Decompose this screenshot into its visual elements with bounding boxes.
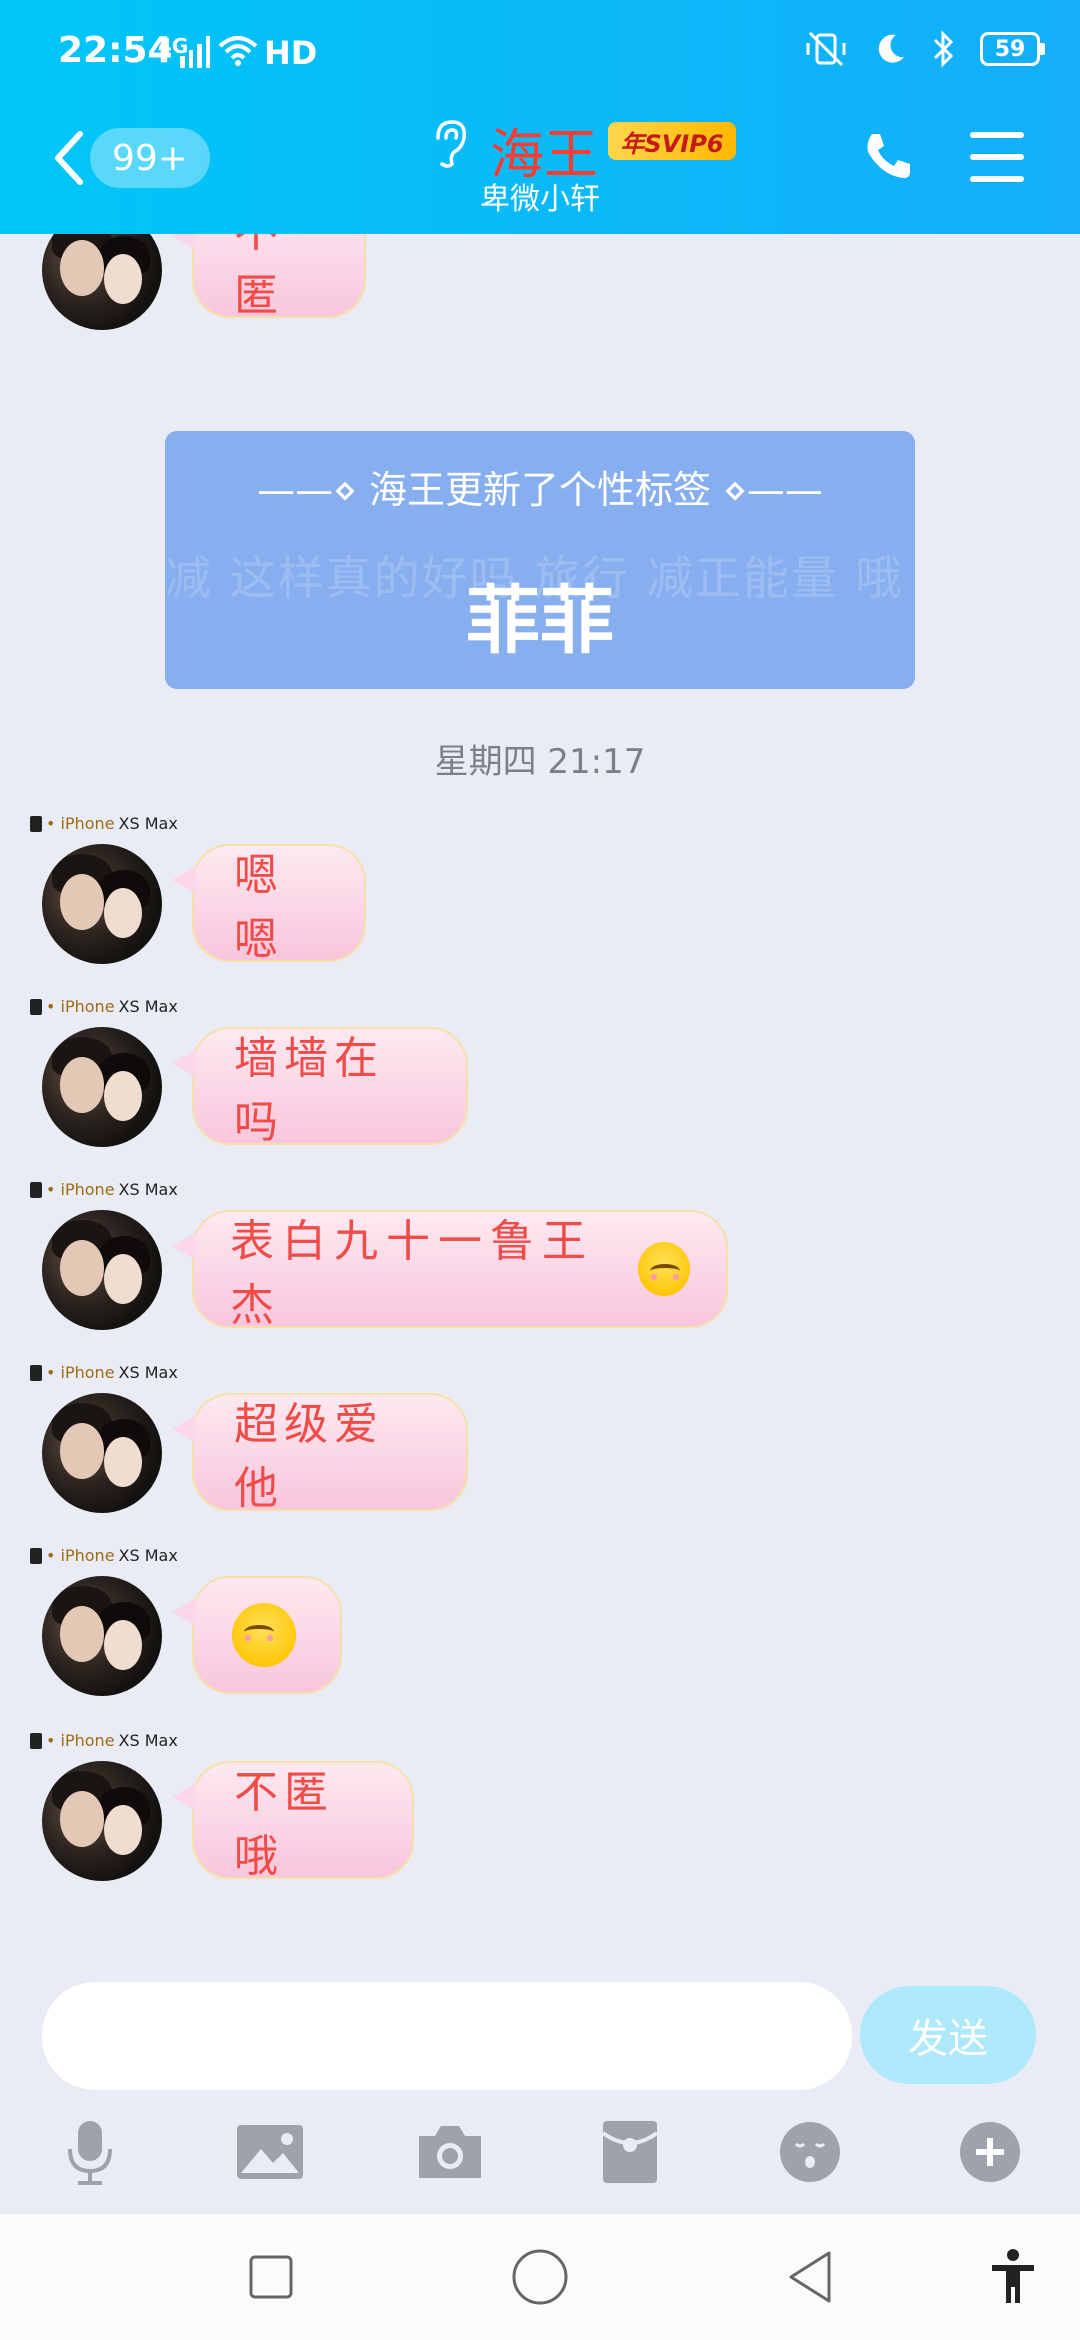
moon-icon — [878, 34, 904, 63]
phone-device-icon — [30, 1547, 42, 1564]
phone-device-icon — [30, 1364, 42, 1381]
message-timestamp: 星期四 21:17 — [434, 742, 646, 782]
image-icon[interactable] — [230, 2112, 310, 2192]
ear-icon[interactable] — [430, 118, 470, 170]
battery-level: 59 — [994, 36, 1026, 62]
accessibility-icon[interactable] — [978, 2242, 1048, 2312]
send-button[interactable]: 发送 — [860, 1986, 1036, 2084]
phone-device-icon — [30, 815, 42, 832]
recent-apps-icon[interactable] — [236, 2242, 306, 2312]
hd-indicator: HD — [264, 34, 318, 72]
svip-badge: 年SVIP6 — [608, 122, 736, 160]
message-bubble[interactable]: 不匿 — [172, 234, 366, 321]
red-packet-icon[interactable] — [590, 2112, 670, 2192]
status-bar: 22:54 4G HD 59 — [0, 0, 1080, 105]
device-label: • iPhone XS Max — [30, 997, 178, 1016]
home-icon[interactable] — [505, 2242, 575, 2312]
device-label: • iPhone XS Max — [30, 1180, 178, 1199]
bluetooth-icon — [933, 30, 954, 68]
message-bubble[interactable]: 不匿哦 — [172, 1761, 414, 1882]
device-label: • iPhone XS Max — [30, 814, 178, 833]
avatar[interactable] — [42, 1393, 162, 1513]
avatar[interactable] — [42, 234, 162, 330]
back-icon[interactable] — [775, 2242, 845, 2312]
message-text: 墙墙在吗 — [234, 1033, 384, 1148]
camera-icon[interactable] — [410, 2112, 490, 2192]
message-bubble[interactable]: 表白九十一鲁王杰 — [172, 1210, 728, 1331]
signature-card-header: ——⋄ 海王更新了个性标签 ⋄—— — [257, 468, 823, 512]
phone-icon[interactable] — [860, 128, 916, 184]
chat-header: 22:54 4G HD 59 99+ 海王 年SVIP6 卑微小轩 — [0, 0, 1080, 234]
avatar[interactable] — [42, 844, 162, 964]
emoji-icon[interactable] — [770, 2112, 850, 2192]
phone-device-icon — [30, 998, 42, 1015]
signature-value: 菲菲 — [466, 578, 614, 664]
avatar[interactable] — [42, 1761, 162, 1881]
signal-icon — [180, 34, 210, 68]
message-text: 不匿 — [234, 234, 284, 321]
phone-device-icon — [30, 1181, 42, 1198]
device-label: • iPhone XS Max — [30, 1363, 178, 1382]
message-text: 嗯嗯 — [234, 850, 284, 965]
chat-toolbar — [0, 2112, 1080, 2202]
menu-icon[interactable] — [970, 132, 1024, 182]
avatar[interactable] — [42, 1027, 162, 1147]
plus-icon[interactable] — [950, 2112, 1030, 2192]
message-text: 表白九十一鲁王杰 — [230, 1216, 594, 1331]
avatar[interactable] — [42, 1576, 162, 1696]
vibrate-off-icon — [806, 31, 846, 67]
message-text: 超级爱他 — [234, 1399, 384, 1514]
input-bar: 发送 — [0, 1964, 1080, 2214]
message-bubble[interactable]: 嗯嗯 — [172, 844, 366, 965]
contact-remark: 卑微小轩 — [480, 182, 600, 217]
message-list[interactable]: 不匿 减 这样真的好吗 旅行 减正能量 哦 肥 不成熟的小建 爱咋咋地 肥燥燥燥… — [0, 234, 1080, 1964]
unread-count-badge[interactable]: 99+ — [90, 128, 210, 188]
message-text: 不匿哦 — [234, 1767, 334, 1882]
back-arrow-icon[interactable] — [48, 128, 88, 188]
battery-icon: 59 — [980, 32, 1045, 66]
message-bubble[interactable]: 墙墙在吗 — [172, 1027, 468, 1148]
device-label: • iPhone XS Max — [30, 1731, 178, 1750]
avatar[interactable] — [42, 1210, 162, 1330]
status-right: 59 — [804, 30, 1045, 68]
chat-title[interactable]: 海王 年SVIP6 卑微小轩 — [420, 110, 750, 220]
status-time: 22:54 — [58, 30, 173, 71]
wifi-icon — [218, 36, 258, 66]
phone-device-icon — [30, 1732, 42, 1749]
system-nav-bar — [0, 2214, 1080, 2340]
signature-update-card[interactable]: 减 这样真的好吗 旅行 减正能量 哦 肥 不成熟的小建 爱咋咋地 肥燥燥燥起来 … — [165, 431, 915, 689]
blushing-emoji-icon — [637, 1242, 690, 1296]
blushing-emoji-icon — [232, 1603, 296, 1667]
microphone-icon[interactable] — [50, 2112, 130, 2192]
message-bubble[interactable]: 超级爱他 — [172, 1393, 468, 1514]
message-input[interactable] — [42, 1982, 852, 2090]
device-label: • iPhone XS Max — [30, 1546, 178, 1565]
message-bubble[interactable] — [172, 1576, 342, 1694]
